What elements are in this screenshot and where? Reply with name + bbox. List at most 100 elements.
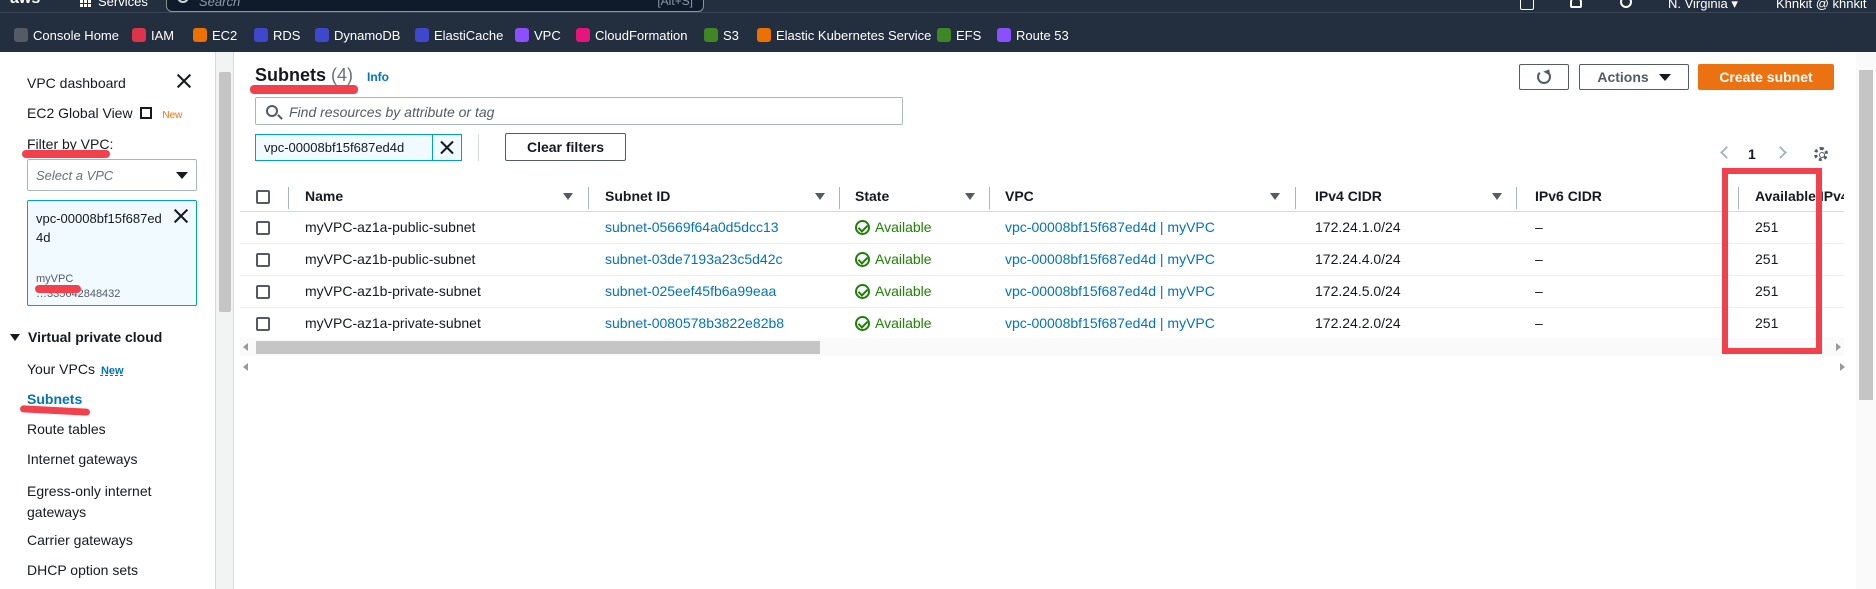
table-row[interactable]: myVPC-az1a-private-subnet subnet-0080578… (240, 308, 1844, 340)
sidebar-item-dhcp-option-sets[interactable]: DHCP option sets (27, 562, 138, 578)
cell-ipv6-cidr: – (1535, 219, 1543, 235)
column-header-vpc[interactable]: VPC (1005, 182, 1034, 212)
sort-icon[interactable] (815, 193, 825, 200)
column-header-ipv4-cidr[interactable]: IPv4 CIDR (1315, 182, 1382, 212)
fav-efs[interactable]: EFS (937, 27, 981, 43)
sidebar-item-subnets[interactable]: Subnets (27, 391, 82, 407)
close-sidebar-icon[interactable] (176, 73, 192, 89)
row-checkbox[interactable] (256, 253, 270, 267)
account-menu[interactable]: Khnkit @ khnkit (1776, 0, 1867, 11)
actions-button[interactable]: Actions (1579, 64, 1689, 90)
fav-ec2[interactable]: EC2 (193, 27, 237, 43)
column-header-ipv6-cidr[interactable]: IPv6 CIDR (1535, 182, 1602, 212)
elasticache-icon (415, 28, 429, 42)
section-title: Virtual private cloud (28, 329, 163, 345)
sidebar-item-your-vpcs[interactable]: Your VPCs New (27, 361, 124, 377)
preferences-gear-icon[interactable] (1814, 147, 1828, 161)
cell-vpc-link[interactable]: vpc-00008bf15f687ed4d | myVPC (1005, 251, 1215, 267)
column-header-name[interactable]: Name (305, 182, 343, 212)
sidebar-scrollbar[interactable] (216, 52, 234, 589)
search-input[interactable]: Find resources by attribute or tag (255, 97, 903, 125)
fav-label: CloudFormation (595, 27, 688, 43)
fav-iam[interactable]: IAM (132, 27, 174, 43)
caret-down-icon (1658, 73, 1671, 81)
cell-ipv6-cidr: – (1535, 251, 1543, 267)
cell-name: myVPC-az1b-private-subnet (305, 283, 481, 299)
sidebar-item-route-tables[interactable]: Route tables (27, 421, 106, 437)
cell-subnet-id-link[interactable]: subnet-025eef45fb6a99eaa (605, 283, 776, 299)
dynamodb-icon (315, 28, 329, 42)
cell-ipv6-cidr: – (1535, 315, 1543, 331)
column-divider[interactable] (1516, 187, 1517, 209)
notifications-bell-icon[interactable] (1570, 0, 1582, 8)
fav-eks[interactable]: Elastic Kubernetes Service (757, 27, 931, 43)
sidebar-item-vpc-dashboard[interactable]: VPC dashboard (27, 75, 126, 91)
cell-vpc-link[interactable]: vpc-00008bf15f687ed4d | myVPC (1005, 219, 1215, 235)
fav-s3[interactable]: S3 (704, 27, 739, 43)
sort-icon[interactable] (965, 193, 975, 200)
cell-ipv4-cidr: 172.24.4.0/24 (1315, 251, 1401, 267)
scroll-left-icon[interactable] (243, 363, 248, 371)
fav-dynamodb[interactable]: DynamoDB (315, 27, 400, 43)
sort-icon[interactable] (563, 193, 573, 200)
sort-icon[interactable] (1270, 193, 1280, 200)
status-ok-icon (855, 283, 870, 299)
vpc-filter-select[interactable]: Select a VPC (27, 159, 197, 191)
scrollbar-thumb[interactable] (219, 72, 231, 312)
sidebar-item-ec2-global-view[interactable]: EC2 Global View New (27, 105, 182, 121)
column-divider[interactable] (588, 187, 589, 209)
row-checkbox[interactable] (256, 285, 270, 299)
cell-subnet-id-link[interactable]: subnet-0080578b3822e82b8 (605, 315, 784, 331)
column-divider[interactable] (989, 187, 990, 209)
remove-filter-icon[interactable] (433, 135, 461, 160)
sidebar-item-carrier-gateways[interactable]: Carrier gateways (27, 532, 133, 548)
info-link[interactable]: Info (367, 70, 389, 84)
remove-vpc-filter-icon[interactable] (173, 208, 189, 224)
global-search-input[interactable]: Search [Alt+S] (166, 0, 704, 12)
column-header-state[interactable]: State (855, 182, 889, 212)
aws-logo[interactable]: aws (10, 0, 40, 8)
cell-ipv4-cidr: 172.24.2.0/24 (1315, 315, 1401, 331)
refresh-button[interactable] (1519, 64, 1569, 90)
services-menu[interactable]: Services (98, 0, 148, 9)
sort-icon[interactable] (1492, 193, 1502, 200)
fav-rds[interactable]: RDS (254, 27, 300, 43)
row-checkbox[interactable] (256, 317, 270, 331)
cloudshell-icon[interactable] (1520, 0, 1534, 10)
fav-vpc[interactable]: VPC (515, 27, 561, 43)
help-icon[interactable] (1620, 0, 1632, 8)
table-row[interactable]: myVPC-az1b-private-subnet subnet-025eef4… (240, 276, 1844, 308)
table-horizontal-scrollbar[interactable] (240, 338, 1844, 356)
cell-vpc-link[interactable]: vpc-00008bf15f687ed4d | myVPC (1005, 283, 1215, 299)
sidebar-item-egress-only-internet-gateways[interactable]: Egress-only internet gateways (27, 481, 187, 523)
scrollbar-thumb[interactable] (1859, 70, 1873, 400)
column-divider[interactable] (839, 187, 840, 209)
row-checkbox[interactable] (256, 221, 270, 235)
column-divider[interactable] (1295, 187, 1296, 209)
cell-vpc-link[interactable]: vpc-00008bf15f687ed4d | myVPC (1005, 315, 1215, 331)
column-header-subnet-id[interactable]: Subnet ID (605, 182, 670, 212)
section-virtual-private-cloud[interactable]: Virtual private cloud (10, 329, 162, 345)
search-icon (177, 0, 189, 3)
services-grid-icon[interactable] (80, 0, 92, 10)
fav-console-home[interactable]: Console Home (14, 27, 119, 43)
cell-subnet-id-link[interactable]: subnet-05669f64a0d5dcc13 (605, 219, 779, 235)
page-vertical-scrollbar[interactable] (1856, 52, 1876, 589)
region-selector[interactable]: N. Virginia ▾ (1668, 0, 1738, 12)
scrollbar-thumb[interactable] (256, 341, 820, 354)
table-row[interactable]: myVPC-az1b-public-subnet subnet-03de7193… (240, 244, 1844, 276)
page-number[interactable]: 1 (1748, 146, 1756, 162)
clear-filters-button[interactable]: Clear filters (505, 133, 626, 161)
cell-subnet-id-link[interactable]: subnet-03de7193a23c5d42c (605, 251, 783, 267)
fav-elasticache[interactable]: ElastiCache (415, 27, 503, 43)
table-row[interactable]: myVPC-az1a-public-subnet subnet-05669f64… (240, 212, 1844, 244)
scroll-right-icon[interactable] (1836, 343, 1841, 351)
create-subnet-button[interactable]: Create subnet (1698, 64, 1834, 90)
scroll-left-icon[interactable] (243, 343, 248, 351)
scroll-right-icon[interactable] (1840, 363, 1845, 371)
external-link-icon (140, 107, 153, 119)
select-all-checkbox[interactable] (256, 190, 270, 204)
fav-cloudformation[interactable]: CloudFormation (576, 27, 688, 43)
fav-route53[interactable]: Route 53 (997, 27, 1069, 43)
sidebar-item-internet-gateways[interactable]: Internet gateways (27, 451, 138, 467)
